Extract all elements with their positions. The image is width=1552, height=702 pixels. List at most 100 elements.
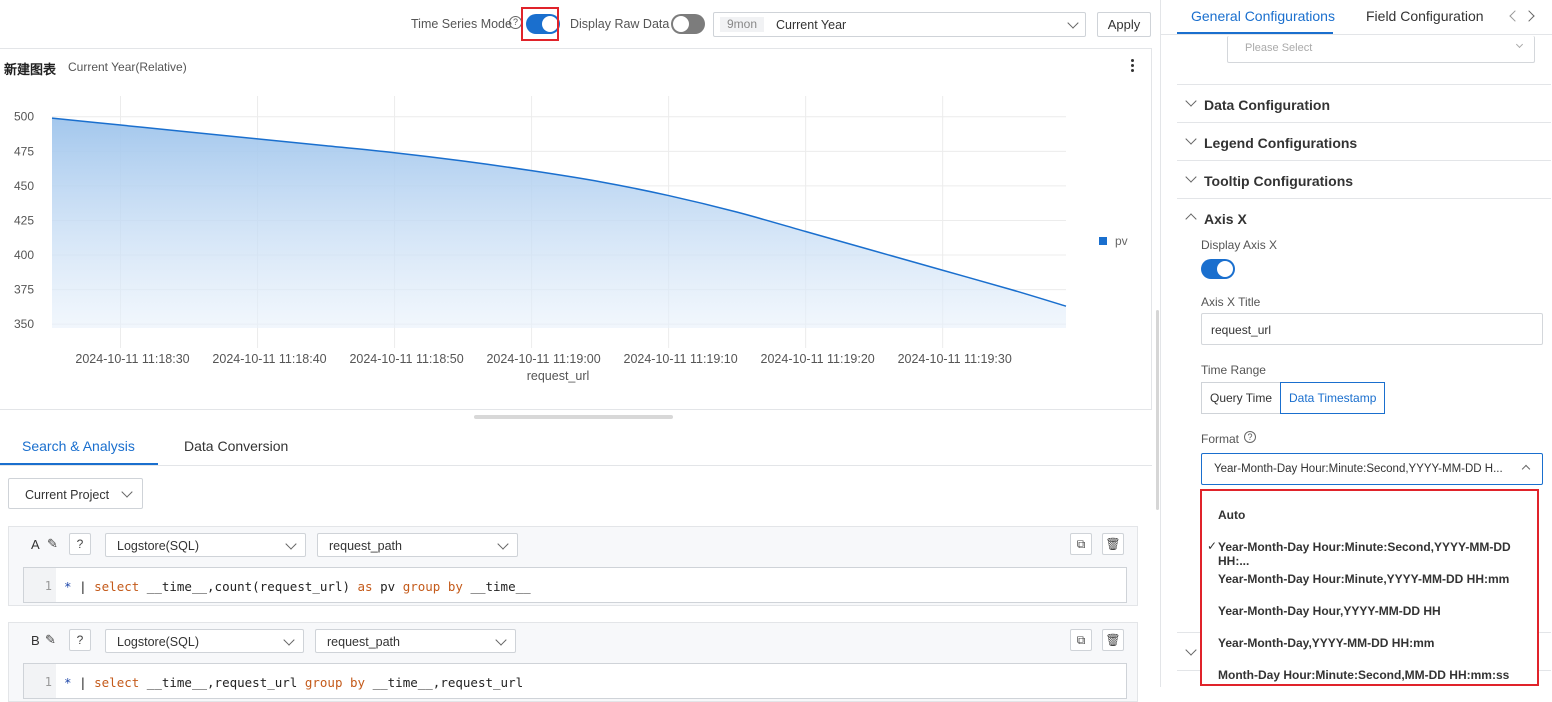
series-area-pv: [52, 118, 1066, 328]
x-tick-label: 2024-10-11 11:19:00: [486, 352, 600, 366]
check-icon: ✓: [1207, 539, 1218, 553]
axis-x-title-input[interactable]: request_url: [1201, 313, 1543, 345]
time-range-select[interactable]: 9mon Current Year: [713, 12, 1086, 37]
copy-icon[interactable]: ⧉: [1070, 629, 1092, 651]
y-tick-label: 475: [14, 144, 34, 158]
chevron-down-icon[interactable]: [1185, 644, 1197, 656]
x-axis-label: request_url: [527, 369, 590, 383]
section-legend-configurations[interactable]: Legend Configurations: [1177, 123, 1551, 161]
tab-data-conversion[interactable]: Data Conversion: [184, 438, 288, 454]
format-value: Year-Month-Day Hour:Minute:Second,YYYY-M…: [1214, 463, 1503, 475]
y-tick-label: 400: [14, 248, 34, 262]
store-type-value: Logstore(SQL): [117, 539, 199, 553]
time-range-query-time[interactable]: Query Time: [1201, 382, 1282, 414]
legend-label[interactable]: pv: [1115, 234, 1128, 248]
chevron-down-icon: [283, 634, 295, 646]
logstore-select[interactable]: request_path: [315, 629, 516, 653]
section-tooltip-configurations[interactable]: Tooltip Configurations: [1177, 161, 1551, 199]
section-label: Legend Configurations: [1204, 135, 1358, 151]
format-option-ymdh[interactable]: Year-Month-Day Hour,YYYY-MM-DD HH: [1218, 604, 1441, 618]
x-tick-label: 2024-10-11 11:18:50: [349, 352, 463, 366]
section-label: Tooltip Configurations: [1204, 173, 1354, 189]
query-row-b: B ✎ ? Logstore(SQL) request_path ⧉ 🗑 1 *…: [8, 622, 1138, 702]
chevron-down-icon: [1515, 40, 1524, 49]
time-range-label: Time Range: [1201, 363, 1266, 377]
section-axis-x[interactable]: Axis X: [1177, 199, 1551, 237]
chevron-down-icon: [495, 634, 507, 646]
chevron-down-icon: [285, 538, 297, 550]
resize-handle[interactable]: [474, 415, 673, 419]
display-raw-data-toggle[interactable]: [671, 14, 705, 34]
edit-icon[interactable]: ✎: [45, 632, 56, 648]
display-axis-x-toggle[interactable]: [1201, 259, 1235, 279]
logstore-value: request_path: [329, 539, 402, 553]
help-icon[interactable]: ?: [69, 533, 91, 555]
time-series-mode-label: Time Series Mode: [411, 17, 512, 31]
chevron-up-icon: [1185, 213, 1197, 225]
chevron-down-icon: [1185, 133, 1197, 145]
y-tick-label: 450: [14, 179, 34, 193]
format-option-ymd[interactable]: Year-Month-Day,YYYY-MM-DD HH:mm: [1218, 636, 1434, 650]
query-editor-b[interactable]: 1 * | select __time__,request_url group …: [23, 663, 1127, 699]
tab-general-configurations[interactable]: General Configurations: [1191, 8, 1335, 24]
tab-field-configuration[interactable]: Field Configuration: [1366, 8, 1484, 24]
edit-icon[interactable]: ✎: [47, 536, 58, 552]
legend-swatch: [1099, 237, 1107, 245]
format-dropdown: Auto ✓ Year-Month-Day Hour:Minute:Second…: [1200, 489, 1539, 686]
axis-x-title-label: Axis X Title: [1201, 295, 1261, 309]
format-option-auto[interactable]: Auto: [1218, 508, 1245, 522]
copy-icon[interactable]: ⧉: [1070, 533, 1092, 555]
delete-icon[interactable]: 🗑: [1102, 533, 1124, 555]
y-tick-label: 350: [14, 317, 34, 331]
query-editor-a[interactable]: 1 * | select __time__,count(request_url)…: [23, 567, 1127, 603]
top-select[interactable]: Please Select: [1227, 36, 1535, 63]
chevron-down-icon: [1185, 95, 1197, 107]
section-label: Axis X: [1204, 211, 1247, 227]
display-raw-data-label: Display Raw Data: [570, 17, 670, 31]
chevron-right-icon[interactable]: [1523, 10, 1535, 22]
project-select-value: Current Project: [25, 488, 110, 502]
query-code: * | select __time__,request_url group by…: [64, 675, 524, 690]
x-tick-label: 2024-10-11 11:19:10: [624, 352, 738, 366]
x-tick-label: 2024-10-11 11:18:40: [212, 352, 326, 366]
format-option-mdhms[interactable]: Month-Day Hour:Minute:Second,MM-DD HH:mm…: [1218, 668, 1509, 682]
format-option-ymdhms[interactable]: Year-Month-Day Hour:Minute:Second,YYYY-M…: [1218, 540, 1537, 568]
store-type-select[interactable]: Logstore(SQL): [105, 533, 306, 557]
time-range-value: Current Year: [776, 18, 847, 32]
y-tick-label: 500: [14, 110, 34, 124]
delete-icon[interactable]: 🗑: [1102, 629, 1124, 651]
time-range-data-timestamp[interactable]: Data Timestamp: [1280, 382, 1386, 414]
query-tabs: Search & Analysis Data Conversion: [0, 426, 1152, 466]
query-code: * | select __time__,count(request_url) a…: [64, 579, 531, 594]
x-tick-label: 2024-10-11 11:18:30: [75, 352, 189, 366]
store-type-select[interactable]: Logstore(SQL): [105, 629, 304, 653]
axis-x-title-value: request_url: [1211, 323, 1272, 337]
line-number: 1: [24, 664, 56, 698]
chevron-down-icon: [121, 486, 133, 498]
logstore-select[interactable]: request_path: [317, 533, 518, 557]
format-option-ymdhm[interactable]: Year-Month-Day Hour:Minute,YYYY-MM-DD HH…: [1218, 572, 1509, 586]
area-chart: 350 375 400 425 450 475 500 2024-10-11 11:18:3…: [14, 96, 1128, 383]
tab-search-analysis[interactable]: Search & Analysis: [22, 438, 135, 454]
query-row-a: A ✎ ? Logstore(SQL) request_path ⧉ 🗑 1 *…: [8, 526, 1138, 606]
project-select[interactable]: Current Project: [8, 478, 143, 509]
chevron-down-icon: [1067, 17, 1079, 29]
section-data-configuration[interactable]: Data Configuration: [1177, 85, 1551, 123]
x-tick-label: 2024-10-11 11:19:30: [898, 352, 1012, 366]
chevron-down-icon: [497, 538, 509, 550]
format-select[interactable]: Year-Month-Day Hour:Minute:Second,YYYY-M…: [1201, 453, 1543, 485]
left-scrollbar[interactable]: [1156, 310, 1159, 510]
chevron-down-icon: [1185, 171, 1197, 183]
active-tab-indicator: [0, 463, 158, 465]
chevron-up-icon: [1521, 464, 1531, 474]
divider: [1161, 34, 1552, 35]
store-type-value: Logstore(SQL): [117, 635, 199, 649]
apply-button[interactable]: Apply: [1097, 12, 1151, 37]
y-tick-label: 375: [14, 283, 34, 297]
help-icon[interactable]: ?: [1244, 431, 1256, 443]
time-tag: 9mon: [720, 17, 765, 32]
help-icon[interactable]: ?: [69, 629, 91, 651]
chevron-left-icon[interactable]: [1509, 10, 1521, 22]
top-select-placeholder: Please Select: [1245, 42, 1313, 54]
highlight-box: [521, 7, 559, 41]
